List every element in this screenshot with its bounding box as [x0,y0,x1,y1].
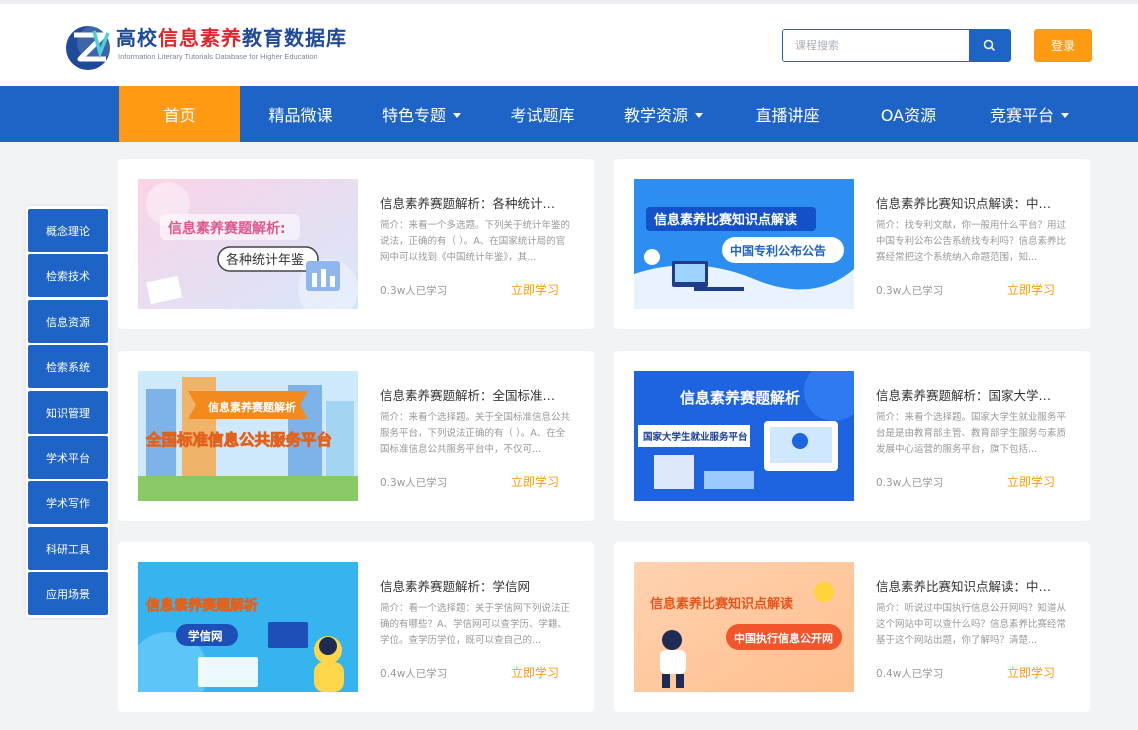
course-description: 简介：来看个选择题。关于全国标准信息公共服务平台，下列说法正确的有（ ）。A、在… [380,412,570,455]
sidebar-item-retrieval-tech[interactable]: 检索技术 [28,254,108,297]
thumb-line2: 国家大学生就业服务平台 [643,431,748,443]
login-button[interactable]: 登录 [1034,29,1092,62]
search-input[interactable] [783,30,969,61]
sidebar-item-retrieval-system[interactable]: 检索系统 [28,345,108,388]
chevron-down-icon [453,112,461,118]
thumb-line1: 信息素养赛题解析 [146,597,258,614]
course-description: 简介：听说过中国执行信息公开网吗？知道从这个网站中可以查什么吗？信息素养比赛经常… [876,603,1066,646]
learner-count: 0.3w人已学习 [380,285,448,297]
nav-item-special-topics[interactable]: 特色专题 [361,86,482,142]
course-thumbnail[interactable]: 信息素养比赛知识点解读 中国执行信息公开网 [634,562,854,692]
course-card: 信息素养比赛知识点解读 中国专利公布公告 信息素养比赛知识点解读：中国专利公布公… [614,159,1090,329]
sidebar-item-academic-platform[interactable]: 学术平台 [28,436,108,479]
course-title[interactable]: 信息素养赛题解析：各种统计年鉴 [380,193,566,212]
category-sidebar: 概念理论 检索技术 信息资源 检索系统 知识管理 学术平台 学术写作 科研工具 … [26,206,110,618]
nav-item-live-lectures[interactable]: 直播讲座 [727,86,848,142]
search-button[interactable] [969,30,1010,61]
nav-item-micro-courses[interactable]: 精品微课 [240,86,361,142]
thumb-line2: 全国标准信息公共服务平台 [145,430,332,449]
header: 高校信息素养教育数据库 Information Literary Tutoria… [0,4,1138,86]
course-card: 信息素养赛题解析: 各种统计年鉴 信息素养赛题解析：各种统计年鉴 简介：来看一个… [118,159,594,329]
learner-count: 0.4w人已学习 [380,668,448,680]
thumb-line2: 学信网 [188,629,223,643]
course-description: 简介：找专利文献，你一般用什么平台？用过中国专利公布公告系统找专利吗？信息素养比… [876,220,1066,263]
course-card: 信息素养赛题解析 学信网 信息素养赛题解析：学信网 简介：看一个选择题：关于学信… [118,542,594,712]
course-title[interactable]: 信息素养赛题解析：国家大学生就业服务平台 [876,385,1062,404]
thumb-line1: 信息素养赛题解析: [168,220,286,237]
course-title[interactable]: 信息素养比赛知识点解读：中国执行信息公开网 [876,576,1062,595]
start-learning-link[interactable]: 立即学习 [511,664,559,681]
site-logo[interactable]: 高校信息素养教育数据库 Information Literary Tutoria… [64,19,354,73]
nav-item-teaching-resources[interactable]: 教学资源 [603,86,724,142]
course-description: 简介：来看一个多选题。下列关于统计年鉴的说法，正确的有（ ）。A、在国家统计局的… [380,220,570,263]
sidebar-item-info-resources[interactable]: 信息资源 [28,300,108,343]
start-learning-link[interactable]: 立即学习 [511,281,559,298]
course-thumbnail[interactable]: 信息素养赛题解析 学信网 [138,562,358,692]
search-icon [983,39,996,52]
course-title[interactable]: 信息素养赛题解析：学信网 [380,576,566,595]
nav-item-competition-platform[interactable]: 竞赛平台 [969,86,1090,142]
learner-count: 0.3w人已学习 [876,477,944,489]
start-learning-link[interactable]: 立即学习 [1007,281,1055,298]
sidebar-item-academic-writing[interactable]: 学术写作 [28,481,108,524]
start-learning-link[interactable]: 立即学习 [511,473,559,490]
main-nav: 首页 精品微课 特色专题 考试题库 教学资源 直播讲座 OA资源 竞赛平台 [0,86,1138,142]
start-learning-link[interactable]: 立即学习 [1007,664,1055,681]
course-card: 信息素养比赛知识点解读 中国执行信息公开网 信息素养比赛知识点解读：中国执行信息… [614,542,1090,712]
nav-item-exam-bank[interactable]: 考试题库 [482,86,603,142]
nav-item-home[interactable]: 首页 [119,86,240,142]
course-thumbnail[interactable]: 信息素养赛题解析: 各种统计年鉴 [138,179,358,309]
thumb-line1: 信息素养比赛知识点解读 [650,596,793,612]
sidebar-item-concept-theory[interactable]: 概念理论 [28,209,108,252]
course-thumbnail[interactable]: 信息素养比赛知识点解读 中国专利公布公告 [634,179,854,309]
logo-subtitle: Information Literary Tutorials Database … [118,52,318,61]
nav-item-oa-resources[interactable]: OA资源 [848,86,969,142]
course-card: 信息素养赛题解析 全国标准信息公共服务平台 信息素养赛题解析：全国标准信息公共服… [118,351,594,521]
thumb-line1: 信息素养赛题解析 [680,389,800,407]
thumb-line1: 信息素养赛题解析 [208,400,296,414]
thumb-line2: 中国专利公布公告 [730,243,826,258]
thumb-line2: 各种统计年鉴 [226,252,304,268]
learner-count: 0.3w人已学习 [876,285,944,297]
learner-count: 0.4w人已学习 [876,668,944,680]
logo-title: 高校信息素养教育数据库 [116,26,347,50]
chevron-down-icon [695,112,703,118]
sidebar-item-research-tools[interactable]: 科研工具 [28,527,108,570]
start-learning-link[interactable]: 立即学习 [1007,473,1055,490]
course-thumbnail[interactable]: 信息素养赛题解析 国家大学生就业服务平台 [634,371,854,501]
course-title[interactable]: 信息素养赛题解析：全国标准信息公共服务平台 [380,385,566,404]
course-description: 简介：看一个选择题：关于学信网下列说法正确的有哪些？A、学信网可以查学历、学籍、… [380,603,570,646]
thumb-line2: 中国执行信息公开网 [734,631,833,645]
thumb-line1: 信息素养比赛知识点解读 [654,212,797,228]
sidebar-item-scenarios[interactable]: 应用场景 [28,572,108,615]
course-card: 信息素养赛题解析 国家大学生就业服务平台 信息素养赛题解析：国家大学生就业服务平… [614,351,1090,521]
search-box [782,29,1011,62]
course-thumbnail[interactable]: 信息素养赛题解析 全国标准信息公共服务平台 [138,371,358,501]
course-title[interactable]: 信息素养比赛知识点解读：中国专利公布公告 [876,193,1062,212]
logo-mark-icon [66,25,113,70]
chevron-down-icon [1061,112,1069,118]
sidebar-item-knowledge-mgmt[interactable]: 知识管理 [28,391,108,434]
course-description: 简介：来看个选择题。国家大学生就业服务平台是是由教育部主管、教育部学生服务与素质… [876,412,1066,455]
learner-count: 0.3w人已学习 [380,477,448,489]
